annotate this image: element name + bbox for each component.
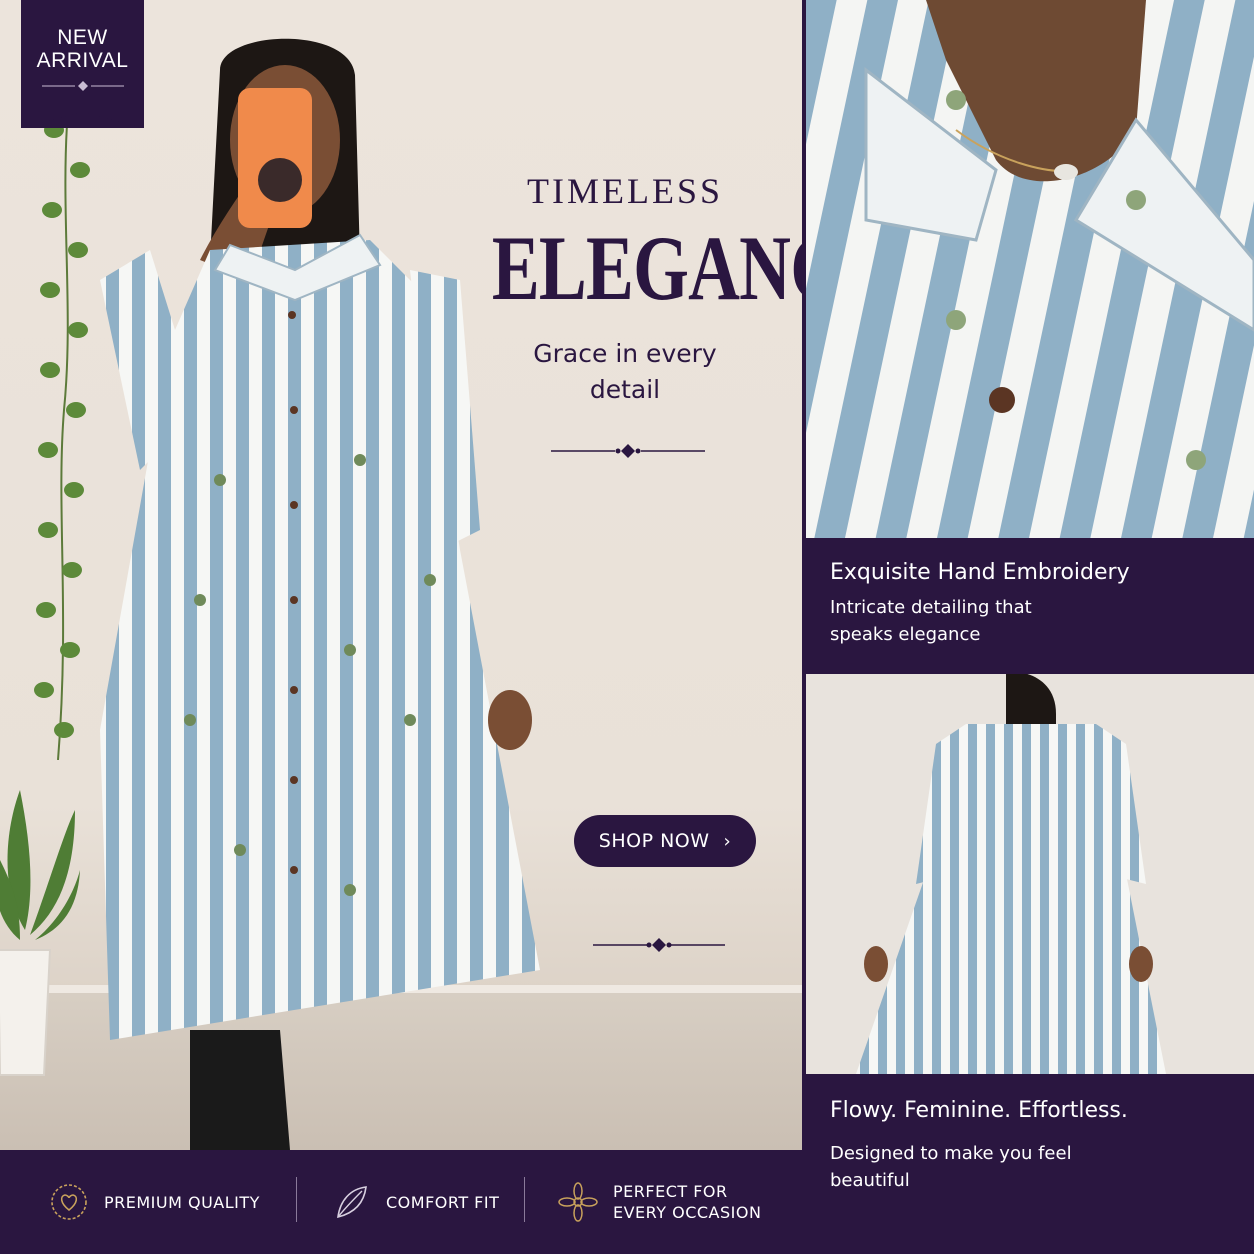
feature-comfort-fit: COMFORT FIT xyxy=(330,1150,499,1254)
badge-line-arrival: ARRIVAL xyxy=(36,49,129,72)
embroidery-info-card: Exquisite Hand Embroidery Intricate deta… xyxy=(806,538,1254,673)
flower-icon xyxy=(558,1182,598,1222)
badge-ornament-icon xyxy=(42,81,124,91)
new-arrival-label: NEW ARRIVAL xyxy=(21,26,144,72)
feature-premium-quality: PREMIUM QUALITY xyxy=(48,1150,260,1254)
flowy-info-card: Flowy. Feminine. Effortless. Designed to… xyxy=(806,1074,1254,1254)
collar-detail-photo xyxy=(806,0,1254,538)
chevron-right-icon: › xyxy=(723,830,732,852)
card-title: Flowy. Feminine. Effortless. xyxy=(830,1098,1128,1123)
divider xyxy=(296,1177,297,1222)
card-body: Designed to make you feel beautiful xyxy=(830,1143,1072,1191)
back-view-photo xyxy=(806,674,1254,1074)
collar-detail-illustration xyxy=(806,0,1254,538)
tagline: Grace in every detail xyxy=(533,339,717,404)
feature-every-occasion: PERFECT FOR EVERY OCCASION xyxy=(557,1150,763,1254)
badge-ribbon-tail xyxy=(21,100,144,128)
card-body: Intricate detailing that speaks elegance xyxy=(830,597,1032,645)
banner: NEW ARRIVAL TIMELESS ELEGANCE Grace in e… xyxy=(0,0,1254,1254)
headline-elegance: ELEGANCE xyxy=(491,217,802,319)
potted-plant-illustration xyxy=(0,790,80,1076)
shop-now-button[interactable]: SHOP NOW › xyxy=(574,815,756,867)
ornament-divider-icon xyxy=(593,938,725,952)
feature-label: PERFECT FOR EVERY OCCASION xyxy=(613,1182,762,1222)
headline-timeless: TIMELESS xyxy=(526,171,723,211)
hero-panel: NEW ARRIVAL TIMELESS ELEGANCE Grace in e… xyxy=(0,0,802,1150)
badge-line-new: NEW xyxy=(57,26,108,49)
feature-label: COMFORT FIT xyxy=(386,1192,500,1212)
divider xyxy=(524,1177,525,1222)
shop-now-label: SHOP NOW xyxy=(598,830,710,852)
heart-badge-icon xyxy=(51,1184,87,1220)
model-photo xyxy=(100,38,540,1150)
card-title: Exquisite Hand Embroidery xyxy=(830,560,1130,585)
feature-label: PREMIUM QUALITY xyxy=(104,1192,260,1212)
feature-bar: PREMIUM QUALITY COMFORT FIT PERFECT FOR … xyxy=(0,1150,806,1254)
back-view-illustration xyxy=(806,674,1254,1074)
leaf-icon xyxy=(337,1186,367,1219)
ornament-divider-icon xyxy=(551,444,705,458)
